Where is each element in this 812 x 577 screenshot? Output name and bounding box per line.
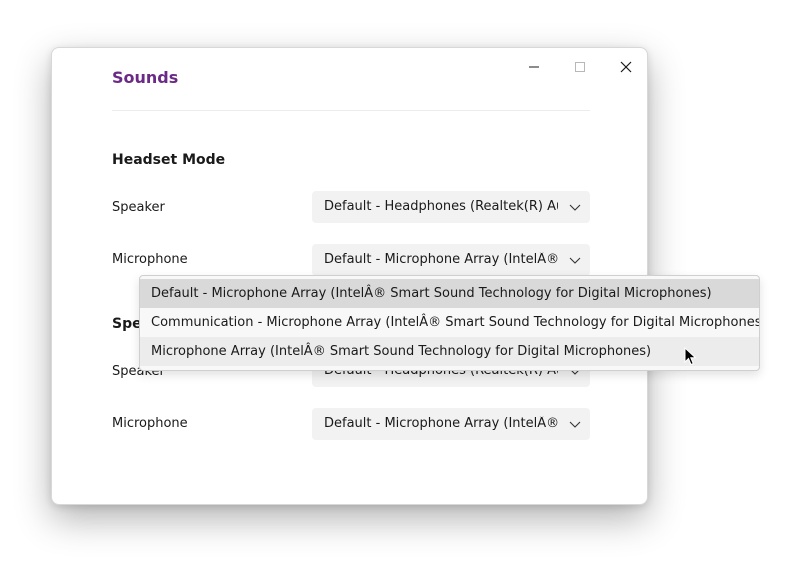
minimize-icon [529, 66, 539, 68]
microphone-dropdown-list: Default - Microphone Array (IntelÂ® Smar… [139, 275, 760, 371]
headset-speaker-select[interactable]: Default - Headphones (Realtek(R) Audio) [312, 191, 590, 223]
page-title: Sounds [112, 68, 179, 87]
mouse-cursor-icon [684, 347, 697, 366]
speaker-mode-microphone-label: Microphone [112, 416, 188, 431]
maximize-button[interactable] [557, 52, 603, 82]
dropdown-option-communication[interactable]: Communication - Microphone Array (IntelÂ… [140, 308, 759, 337]
close-icon [620, 61, 632, 73]
maximize-icon [575, 62, 585, 72]
minimize-button[interactable] [511, 52, 557, 82]
headset-speaker-label: Speaker [112, 200, 165, 215]
chevron-down-icon [569, 421, 581, 428]
chevron-down-icon [569, 204, 581, 211]
speaker-mode-microphone-value: Default - Microphone Array (IntelÂ® Smar… [324, 416, 558, 431]
close-button[interactable] [603, 52, 649, 82]
title-divider [112, 110, 590, 111]
dropdown-option-microphone-array[interactable]: Microphone Array (IntelÂ® Smart Sound Te… [140, 337, 759, 366]
speaker-mode-microphone-select[interactable]: Default - Microphone Array (IntelÂ® Smar… [312, 408, 590, 440]
headset-microphone-value: Default - Microphone Array (IntelÂ® Smar… [324, 252, 558, 267]
headset-speaker-value: Default - Headphones (Realtek(R) Audio) [324, 199, 558, 214]
dropdown-option-default[interactable]: Default - Microphone Array (IntelÂ® Smar… [140, 279, 759, 308]
headset-microphone-select[interactable]: Default - Microphone Array (IntelÂ® Smar… [312, 244, 590, 276]
headset-mode-heading: Headset Mode [112, 152, 226, 168]
chevron-down-icon [569, 257, 581, 264]
headset-microphone-label: Microphone [112, 252, 188, 267]
